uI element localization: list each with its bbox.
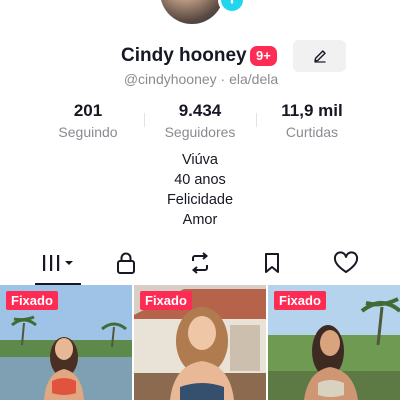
video-thumbnail[interactable]: Fixado bbox=[134, 285, 266, 400]
avatar[interactable] bbox=[160, 0, 224, 24]
following-count: 201 bbox=[73, 101, 103, 120]
followers-label: Seguidores bbox=[164, 124, 236, 140]
name-row: Cindy hooney 9+ bbox=[0, 40, 400, 72]
tab-private[interactable] bbox=[106, 248, 146, 278]
likes-count: 11,9 mil bbox=[281, 101, 343, 120]
pinned-badge: Fixado bbox=[140, 291, 192, 310]
avatar-container[interactable]: + bbox=[160, 0, 246, 24]
notification-badge[interactable]: 9+ bbox=[250, 46, 277, 66]
tab-videos[interactable] bbox=[38, 248, 78, 278]
pinned-badge: Fixado bbox=[274, 291, 326, 310]
edit-profile-button[interactable] bbox=[293, 40, 346, 72]
likes-label: Curtidas bbox=[285, 124, 339, 140]
stat-following[interactable]: 201 Seguindo bbox=[33, 101, 143, 140]
username-pronouns: @cindyhooney · ela/dela bbox=[123, 71, 279, 87]
display-name: Cindy hooney bbox=[121, 45, 247, 66]
video-thumbnail[interactable]: Fixado bbox=[0, 285, 132, 400]
tab-favorites[interactable] bbox=[252, 248, 292, 278]
grid-icon bbox=[43, 255, 73, 271]
stats-row: 201 Seguindo 9.434 Seguidores 11,9 mil C… bbox=[0, 101, 400, 141]
video-grid: Fixado Fixado Fixado bbox=[0, 285, 400, 400]
tab-reposts[interactable] bbox=[180, 248, 220, 278]
bio-line: 40 anos bbox=[174, 172, 226, 188]
bio-line: Viúva bbox=[181, 152, 218, 168]
followers-count: 9.434 bbox=[178, 101, 222, 120]
following-label: Seguindo bbox=[58, 124, 118, 140]
stat-likes[interactable]: 11,9 mil Curtidas bbox=[257, 101, 367, 140]
pinned-badge: Fixado bbox=[6, 291, 58, 310]
video-thumbnail[interactable]: Fixado bbox=[268, 285, 400, 400]
tab-liked[interactable] bbox=[326, 248, 366, 278]
bookmark-icon bbox=[265, 253, 279, 273]
heart-icon bbox=[333, 251, 359, 273]
pencil-icon bbox=[313, 50, 326, 63]
lock-icon bbox=[117, 252, 135, 274]
bio-line: Felicidade bbox=[166, 192, 234, 208]
plus-icon[interactable]: + bbox=[218, 0, 246, 14]
bio-line: Amor bbox=[182, 212, 218, 228]
bio: Viúva 40 anos Felicidade Amor bbox=[0, 150, 400, 230]
repost-icon bbox=[191, 252, 209, 274]
profile-tabs bbox=[0, 248, 400, 285]
stat-followers[interactable]: 9.434 Seguidores bbox=[145, 101, 255, 140]
